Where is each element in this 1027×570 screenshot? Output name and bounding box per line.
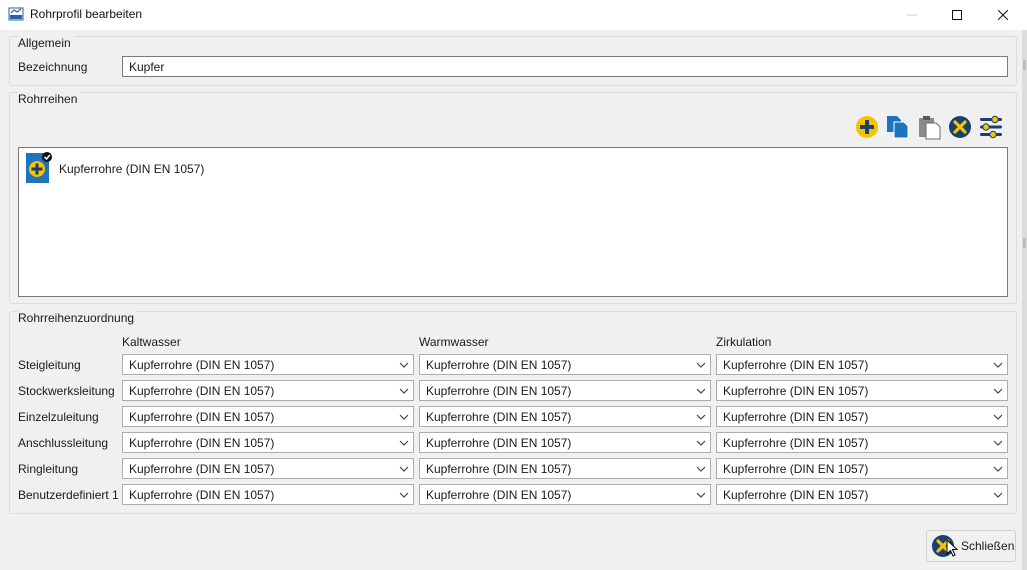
- select-value: Kupferrohre (DIN EN 1057): [129, 435, 275, 450]
- select-value: Kupferrohre (DIN EN 1057): [129, 383, 275, 398]
- paste-icon: [919, 116, 941, 140]
- pipe-series-select[interactable]: Kupferrohre (DIN EN 1057): [122, 484, 414, 505]
- add-icon: [856, 116, 878, 138]
- select-value: Kupferrohre (DIN EN 1057): [723, 461, 869, 476]
- column-header-warmwasser: Warmwasser: [419, 335, 489, 349]
- window-title: Rohrprofil bearbeiten: [30, 7, 143, 21]
- chevron-down-icon[interactable]: [692, 407, 710, 426]
- chevron-down-icon[interactable]: [692, 355, 710, 374]
- chevron-down-icon[interactable]: [989, 381, 1007, 400]
- pipe-series-select[interactable]: Kupferrohre (DIN EN 1057): [716, 380, 1008, 401]
- pipe-series-select[interactable]: Kupferrohre (DIN EN 1057): [716, 432, 1008, 453]
- pipe-series-select[interactable]: Kupferrohre (DIN EN 1057): [122, 458, 414, 479]
- chevron-down-icon[interactable]: [692, 485, 710, 504]
- row-label: Anschlussleitung: [18, 436, 109, 450]
- copy-button[interactable]: [885, 114, 911, 140]
- maximize-button[interactable]: [934, 0, 980, 30]
- schliessen-button[interactable]: Schließen: [926, 530, 1016, 562]
- pipe-series-select[interactable]: Kupferrohre (DIN EN 1057): [122, 406, 414, 427]
- chevron-down-icon[interactable]: [395, 485, 413, 504]
- select-value: Kupferrohre (DIN EN 1057): [723, 487, 869, 502]
- delete-button[interactable]: [947, 114, 973, 140]
- pipe-series-select[interactable]: Kupferrohre (DIN EN 1057): [716, 458, 1008, 479]
- chevron-down-icon[interactable]: [692, 381, 710, 400]
- pipe-series-select[interactable]: Kupferrohre (DIN EN 1057): [122, 432, 414, 453]
- paste-button[interactable]: [916, 114, 942, 140]
- chevron-down-icon[interactable]: [395, 433, 413, 452]
- bezeichnung-label: Bezeichnung: [18, 60, 88, 74]
- pipe-series-select[interactable]: Kupferrohre (DIN EN 1057): [419, 406, 711, 427]
- settings-icon: [980, 115, 1002, 139]
- pipe-series-icon: [25, 151, 53, 187]
- pipe-series-select[interactable]: Kupferrohre (DIN EN 1057): [419, 458, 711, 479]
- list-item-label: Kupferrohre (DIN EN 1057): [59, 162, 205, 176]
- pipe-series-select[interactable]: Kupferrohre (DIN EN 1057): [419, 432, 711, 453]
- pipe-series-select[interactable]: Kupferrohre (DIN EN 1057): [716, 406, 1008, 427]
- select-value: Kupferrohre (DIN EN 1057): [426, 383, 572, 398]
- chevron-down-icon[interactable]: [989, 433, 1007, 452]
- row-label: Ringleitung: [18, 462, 79, 476]
- mouse-cursor-icon: [946, 538, 959, 560]
- select-value: Kupferrohre (DIN EN 1057): [723, 383, 869, 398]
- scroll-marker: [1023, 238, 1026, 248]
- pipe-series-select[interactable]: Kupferrohre (DIN EN 1057): [419, 354, 711, 375]
- pipe-series-select[interactable]: Kupferrohre (DIN EN 1057): [716, 354, 1008, 375]
- pipe-series-select[interactable]: Kupferrohre (DIN EN 1057): [122, 354, 414, 375]
- select-value: Kupferrohre (DIN EN 1057): [129, 461, 275, 476]
- schliessen-label: Schließen: [961, 539, 1015, 553]
- select-value: Kupferrohre (DIN EN 1057): [129, 409, 275, 424]
- select-value: Kupferrohre (DIN EN 1057): [723, 357, 869, 372]
- chevron-down-icon[interactable]: [395, 381, 413, 400]
- select-value: Kupferrohre (DIN EN 1057): [426, 409, 572, 424]
- select-value: Kupferrohre (DIN EN 1057): [426, 357, 572, 372]
- group-title-rohrreihenzuordnung: Rohrreihenzuordnung: [18, 311, 138, 325]
- select-value: Kupferrohre (DIN EN 1057): [426, 435, 572, 450]
- chevron-down-icon[interactable]: [395, 355, 413, 374]
- pipe-series-select[interactable]: Kupferrohre (DIN EN 1057): [122, 380, 414, 401]
- pipe-series-select[interactable]: Kupferrohre (DIN EN 1057): [419, 380, 711, 401]
- chevron-down-icon[interactable]: [692, 459, 710, 478]
- pipe-series-select[interactable]: Kupferrohre (DIN EN 1057): [716, 484, 1008, 505]
- title-bar: Rohrprofil bearbeiten: [0, 0, 1027, 30]
- select-value: Kupferrohre (DIN EN 1057): [129, 357, 275, 372]
- chevron-down-icon[interactable]: [989, 407, 1007, 426]
- bezeichnung-input[interactable]: Kupfer: [122, 56, 1008, 77]
- settings-button[interactable]: [978, 114, 1004, 140]
- row-label: Benutzerdefiniert 1: [18, 488, 119, 502]
- window-edge: [1022, 30, 1027, 570]
- select-value: Kupferrohre (DIN EN 1057): [426, 461, 572, 476]
- chevron-down-icon[interactable]: [989, 459, 1007, 478]
- chevron-down-icon[interactable]: [989, 485, 1007, 504]
- chevron-down-icon[interactable]: [989, 355, 1007, 374]
- copy-icon: [887, 116, 909, 139]
- rohrreihen-list[interactable]: Kupferrohre (DIN EN 1057): [18, 147, 1008, 297]
- list-item[interactable]: Kupferrohre (DIN EN 1057): [25, 151, 205, 187]
- close-window-button[interactable]: [980, 0, 1026, 30]
- select-value: Kupferrohre (DIN EN 1057): [426, 487, 572, 502]
- row-label: Einzelzuleitung: [18, 410, 99, 424]
- close-icon: [998, 10, 1008, 20]
- group-title-allgemein: Allgemein: [18, 36, 74, 50]
- chevron-down-icon[interactable]: [395, 407, 413, 426]
- chevron-down-icon[interactable]: [692, 433, 710, 452]
- maximize-icon: [952, 10, 962, 20]
- row-label: Stockwerksleitung: [18, 384, 115, 398]
- minimize-icon: [907, 14, 917, 16]
- column-header-zirkulation: Zirkulation: [716, 335, 772, 349]
- pipe-series-select[interactable]: Kupferrohre (DIN EN 1057): [419, 484, 711, 505]
- app-icon: [8, 6, 24, 22]
- group-title-rohrreihen: Rohrreihen: [18, 92, 81, 106]
- scroll-marker: [1023, 60, 1026, 70]
- chevron-down-icon[interactable]: [395, 459, 413, 478]
- delete-icon: [949, 116, 971, 138]
- column-header-kaltwasser: Kaltwasser: [122, 335, 181, 349]
- row-label: Steigleitung: [18, 358, 81, 372]
- minimize-button[interactable]: [889, 0, 935, 30]
- select-value: Kupferrohre (DIN EN 1057): [723, 409, 869, 424]
- add-button[interactable]: [854, 114, 880, 140]
- select-value: Kupferrohre (DIN EN 1057): [129, 487, 275, 502]
- select-value: Kupferrohre (DIN EN 1057): [723, 435, 869, 450]
